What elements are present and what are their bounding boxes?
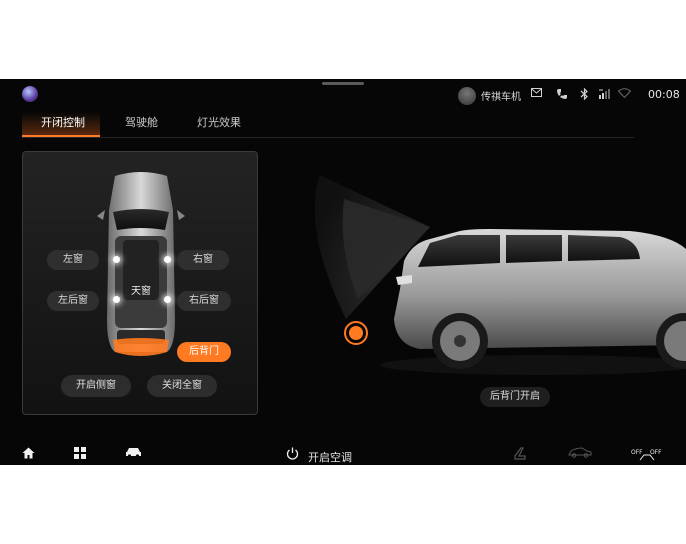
svg-text:OFF: OFF <box>650 449 662 456</box>
right-window-indicator <box>164 256 171 263</box>
power-icon[interactable] <box>286 447 299 464</box>
off-off-icon[interactable]: OFF OFF <box>630 447 664 465</box>
car-icon[interactable] <box>125 447 142 462</box>
car-side-view-image <box>314 175 686 375</box>
user-avatar[interactable] <box>458 87 476 105</box>
message-icon <box>531 88 542 102</box>
sunroof-button[interactable]: 天窗 <box>129 282 153 297</box>
right-window-button[interactable]: 右窗 <box>177 250 229 270</box>
voice-assistant-icon[interactable] <box>22 86 38 102</box>
clock: 00:08 <box>648 88 680 101</box>
left-rear-window-indicator <box>113 296 120 303</box>
infotainment-screen: 传祺车机 00:08 开闭控制 驾驶舱 灯光效果 左窗 右窗 天窗 左后窗 右后… <box>0 79 686 465</box>
right-rear-window-button[interactable]: 右后窗 <box>177 291 231 311</box>
tab-open-close-control[interactable]: 开闭控制 <box>41 114 85 130</box>
car-top-view-image <box>97 172 185 352</box>
tab-lighting-effects[interactable]: 灯光效果 <box>197 114 241 130</box>
left-rear-window-button[interactable]: 左后窗 <box>47 291 99 311</box>
phone-mute-icon <box>556 88 568 105</box>
open-side-windows-button[interactable]: 开启侧窗 <box>61 375 131 397</box>
drag-handle[interactable] <box>322 82 364 85</box>
tailgate-marker-icon <box>349 326 363 340</box>
apps-icon[interactable] <box>74 447 86 463</box>
vehicle-status-label: 后背门开启 <box>480 387 550 407</box>
window-control-panel: 左窗 右窗 天窗 左后窗 右后窗 后背门 开启侧窗 关闭全窗 <box>22 151 258 415</box>
signal-icon <box>598 88 612 105</box>
tab-cockpit[interactable]: 驾驶舱 <box>125 114 158 130</box>
user-name[interactable]: 传祺车机 <box>481 88 521 103</box>
left-window-indicator <box>113 256 120 263</box>
svg-text:OFF: OFF <box>631 449 643 456</box>
car-outline-icon[interactable] <box>568 447 592 462</box>
seat-icon[interactable] <box>512 447 526 464</box>
tailgate-button[interactable]: 后背门 <box>177 342 231 362</box>
right-rear-window-indicator <box>164 296 171 303</box>
close-all-windows-button[interactable]: 关闭全窗 <box>147 375 217 397</box>
home-icon[interactable] <box>22 447 35 463</box>
left-window-button[interactable]: 左窗 <box>47 250 99 270</box>
tailgate-highlight <box>113 338 169 356</box>
hvac-toggle-label[interactable]: 开启空调 <box>308 449 352 465</box>
tab-divider <box>22 137 634 138</box>
wifi-icon <box>617 88 632 103</box>
bluetooth-icon <box>580 87 589 105</box>
